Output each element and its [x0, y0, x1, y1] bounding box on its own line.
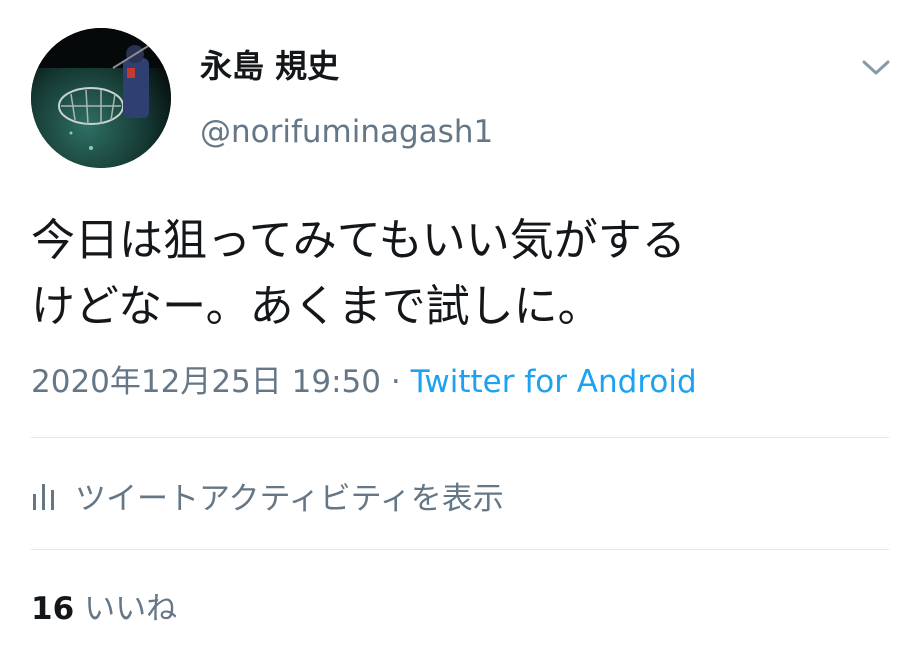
avatar-night-fishing-photo — [31, 28, 171, 168]
bar-chart-icon — [33, 484, 54, 510]
likes-stat[interactable]: 16 いいね — [31, 587, 177, 631]
chevron-down-icon[interactable] — [858, 52, 894, 82]
likes-count: 16 — [31, 591, 75, 627]
tweet-timestamp[interactable]: 2020年12月25日 19:50 — [31, 364, 381, 400]
display-name[interactable]: 永島 規史 — [200, 46, 339, 86]
divider — [31, 549, 889, 550]
meta-separator: · — [390, 364, 401, 400]
tweet-meta: 2020年12月25日 19:50 · Twitter for Android — [31, 362, 697, 402]
likes-label: いいね — [84, 591, 178, 627]
tweet-source-link[interactable]: Twitter for Android — [411, 364, 697, 400]
tweet-text-line-1: 今日は狙ってみてもいい気がする — [31, 215, 686, 266]
view-activity-label: ツイートアクティビティを表示 — [75, 480, 504, 517]
tweet-text-line-2: けどなー。あくまで試しに。 — [31, 281, 602, 332]
view-activity-button[interactable]: ツイートアクティビティを表示 — [31, 473, 504, 517]
divider — [31, 437, 889, 438]
avatar[interactable] — [31, 28, 171, 168]
tweet-text: 今日は狙ってみてもいい気がする けどなー。あくまで試しに。 — [31, 208, 901, 340]
user-handle[interactable]: @norifuminagash1 — [200, 112, 493, 152]
